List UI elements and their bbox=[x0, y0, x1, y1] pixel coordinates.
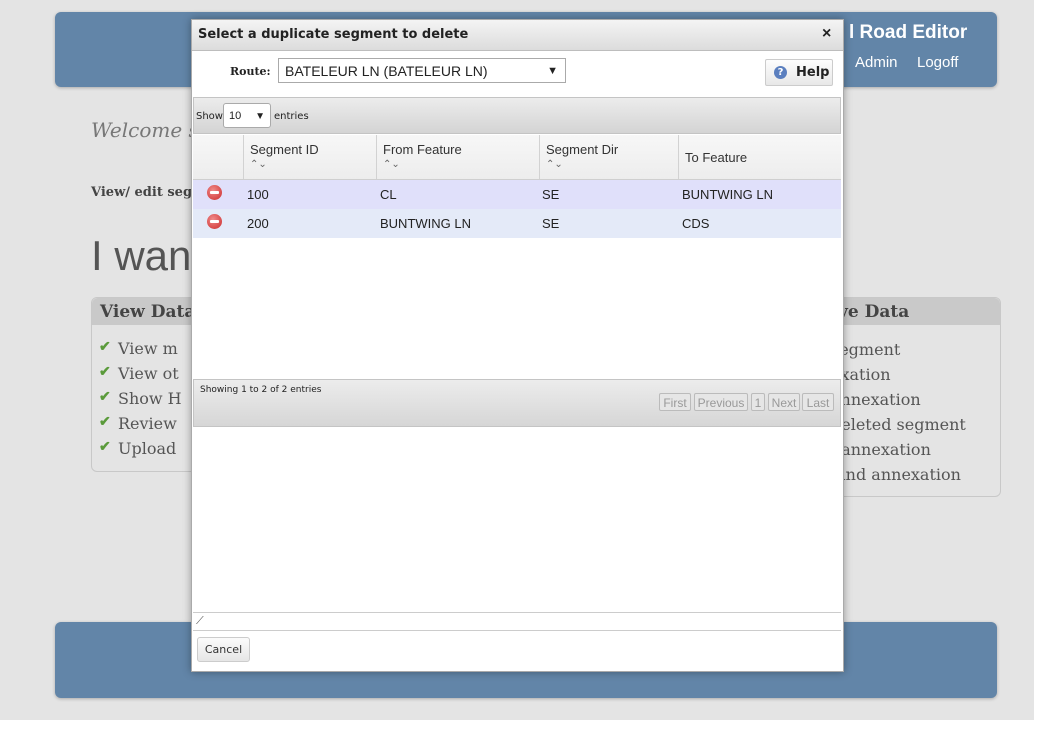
table-info: Showing 1 to 2 of 2 entries bbox=[200, 385, 322, 395]
panel-item-label: Upload bbox=[118, 439, 177, 458]
panel-item[interactable]: l annexation bbox=[831, 440, 931, 459]
column-header-segment-dir[interactable]: Segment Dir ⌃⌄ bbox=[539, 135, 678, 179]
page-length-value: 10 bbox=[229, 110, 242, 122]
cell-segment-dir: SE bbox=[542, 216, 560, 231]
sort-icon: ⌃⌄ bbox=[546, 159, 563, 170]
table-row: 200 BUNTWING LN SE CDS bbox=[193, 209, 841, 238]
sort-icon: ⌃⌄ bbox=[250, 159, 267, 170]
chevron-down-icon: ▼ bbox=[547, 65, 558, 77]
page-heading: I want bbox=[91, 232, 204, 279]
panel-item[interactable]: land annexation bbox=[831, 465, 961, 484]
panel-item-label: Show H bbox=[118, 389, 182, 408]
entries-label: entries bbox=[274, 111, 309, 122]
table-footer: Showing 1 to 2 of 2 entries First Previo… bbox=[193, 379, 841, 427]
route-selected-value: BATELEUR LN (BATELEUR LN) bbox=[285, 63, 488, 79]
pagination-page-button[interactable]: 1 bbox=[751, 393, 765, 411]
help-label: Help bbox=[796, 65, 830, 80]
panel-item-label: View ot bbox=[118, 364, 179, 383]
pagination-last-button[interactable]: Last bbox=[802, 393, 834, 411]
pagination-previous-button[interactable]: Previous bbox=[694, 393, 748, 411]
table-toolbar: Show 10 ▼ entries bbox=[193, 97, 841, 134]
cell-from-feature: BUNTWING LN bbox=[380, 216, 471, 231]
chevron-down-icon: ▼ bbox=[255, 111, 265, 122]
column-header-from-feature[interactable]: From Feature ⌃⌄ bbox=[376, 135, 539, 179]
panel-item[interactable]: ✔ Review bbox=[99, 414, 177, 433]
dialog-title: Select a duplicate segment to delete bbox=[198, 27, 469, 42]
panel-item[interactable]: ✔ View ot bbox=[99, 364, 179, 383]
checkmark-icon: ✔ bbox=[99, 339, 111, 355]
nav-link-logoff[interactable]: Logoff bbox=[917, 54, 958, 71]
checkmark-icon: ✔ bbox=[99, 439, 111, 455]
view-edit-link[interactable]: View/ edit segm bbox=[91, 185, 206, 200]
table-row: 100 CL SE BUNTWING LN bbox=[193, 180, 841, 209]
cancel-button[interactable]: Cancel bbox=[197, 637, 250, 662]
panel-item[interactable]: ✔ View m bbox=[99, 339, 178, 358]
panel-item[interactable]: ✔ Upload bbox=[99, 439, 177, 458]
panel-item[interactable]: deleted segment bbox=[831, 415, 966, 434]
delete-icon[interactable] bbox=[207, 214, 222, 229]
cell-segment-dir: SE bbox=[542, 187, 560, 202]
show-label: Show bbox=[196, 111, 223, 122]
resize-grip-icon[interactable]: ⟋ bbox=[196, 615, 204, 628]
resize-handle-bar: ⟋ bbox=[193, 612, 841, 631]
pagination-next-button[interactable]: Next bbox=[768, 393, 800, 411]
checkmark-icon: ✔ bbox=[99, 414, 111, 430]
pagination-first-button[interactable]: First bbox=[659, 393, 691, 411]
cell-segment-id: 100 bbox=[247, 187, 269, 202]
sort-icon: ⌃⌄ bbox=[383, 159, 400, 170]
delete-segment-dialog: Select a duplicate segment to delete × R… bbox=[191, 19, 844, 672]
panel-item[interactable]: annexation bbox=[831, 390, 921, 409]
column-header-to-feature[interactable]: To Feature bbox=[678, 135, 841, 179]
app-title: l Road Editor bbox=[849, 22, 968, 43]
help-button[interactable]: ? Help bbox=[765, 59, 833, 86]
close-icon[interactable]: × bbox=[822, 26, 831, 42]
table-header: Segment ID ⌃⌄ From Feature ⌃⌄ Segment Di… bbox=[193, 135, 841, 180]
route-label: Route: bbox=[230, 65, 271, 78]
nav-link-admin[interactable]: Admin bbox=[855, 54, 898, 71]
page-length-select[interactable]: 10 ▼ bbox=[223, 103, 271, 128]
cell-to-feature: BUNTWING LN bbox=[682, 187, 773, 202]
checkmark-icon: ✔ bbox=[99, 364, 111, 380]
panel-item-label: View m bbox=[118, 339, 178, 358]
dialog-titlebar[interactable]: Select a duplicate segment to delete × bbox=[192, 20, 843, 51]
column-header-segment-id[interactable]: Segment ID ⌃⌄ bbox=[243, 135, 376, 179]
cell-from-feature: CL bbox=[380, 187, 397, 202]
checkmark-icon: ✔ bbox=[99, 389, 111, 405]
route-select[interactable]: BATELEUR LN (BATELEUR LN) ▼ bbox=[278, 58, 566, 83]
help-icon: ? bbox=[774, 66, 787, 79]
panel-item[interactable]: ✔ Show H bbox=[99, 389, 182, 408]
column-header-action bbox=[193, 135, 243, 179]
cell-to-feature: CDS bbox=[682, 216, 710, 231]
cell-segment-id: 200 bbox=[247, 216, 269, 231]
panel-item-label: Review bbox=[118, 414, 177, 433]
delete-icon[interactable] bbox=[207, 185, 222, 200]
